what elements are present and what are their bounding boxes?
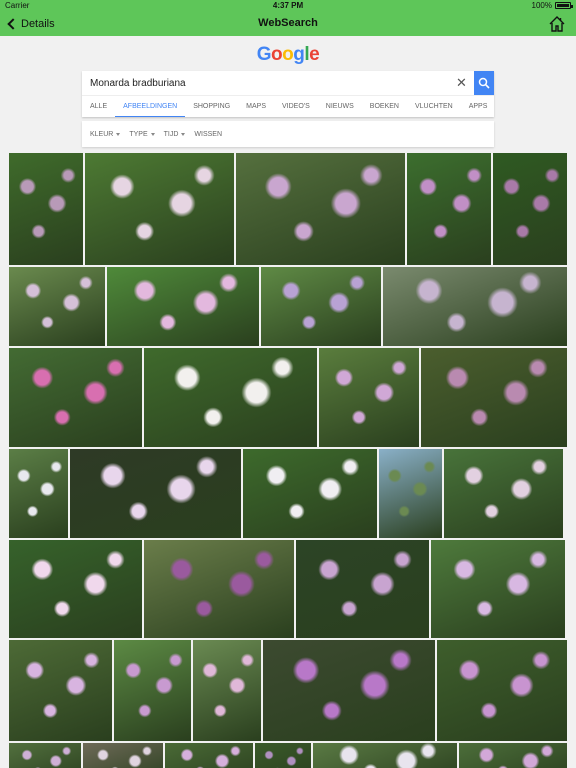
caret-down-icon [181,132,186,136]
image-results-grid [9,153,567,768]
image-row [9,540,567,638]
image-result-thumbnail[interactable] [437,640,567,741]
tab-shopping[interactable]: SHOPPING [185,96,238,117]
tab-boeken[interactable]: BOEKEN [362,96,407,117]
filter-type[interactable]: TYPE [129,130,155,138]
google-logo-letter: g [293,44,305,65]
image-result-thumbnail[interactable] [9,540,142,638]
search-button[interactable] [474,71,494,95]
image-result-thumbnail[interactable] [493,153,567,265]
image-result-thumbnail[interactable] [236,153,405,265]
caret-down-icon [116,132,121,136]
filter-kleur[interactable]: KLEUR [90,130,121,138]
image-result-thumbnail[interactable] [107,267,259,346]
web-content: Google ✕ ALLEAFBEELDINGENSHOPPINGMAPSVID… [0,36,576,768]
search-card: ✕ ALLEAFBEELDINGENSHOPPINGMAPSVIDEO'SNIE… [82,71,494,117]
image-result-thumbnail[interactable] [9,449,68,538]
status-time: 4:37 PM [272,1,304,10]
image-result-thumbnail[interactable] [144,540,294,638]
image-row [9,640,567,741]
google-logo-letter: o [271,44,283,65]
clear-search-button[interactable]: ✕ [456,76,467,90]
status-bar: Carrier 4:37 PM 100% [0,0,576,12]
navigation-bar: Details WebSearch [0,12,576,36]
google-logo-letter: o [282,44,294,65]
tab-afbeeldingen[interactable]: AFBEELDINGEN [115,96,186,117]
filter-bar: KLEUR TYPE TIJD WISSEN [82,121,494,147]
search-icon [478,77,490,89]
search-input[interactable] [82,71,474,95]
image-result-thumbnail[interactable] [296,540,429,638]
image-result-thumbnail[interactable] [9,267,105,346]
home-icon [549,16,565,32]
image-result-thumbnail[interactable] [459,743,567,768]
image-result-thumbnail[interactable] [444,449,563,538]
image-row [9,743,567,768]
image-result-thumbnail[interactable] [261,267,381,346]
image-result-thumbnail[interactable] [9,153,83,265]
google-logo-letter: e [309,44,320,65]
search-tabs: ALLE AFBEELDINGEN SHOPPING MAPS VIDEO'S NIEUW… [82,95,494,117]
image-result-thumbnail[interactable] [383,267,567,346]
filter-label: KLEUR [90,130,114,138]
tab-nieuws[interactable]: NIEUWS [318,96,362,117]
image-result-thumbnail[interactable] [263,640,435,741]
google-logo: Google [0,44,576,66]
image-row [9,267,567,346]
image-result-thumbnail[interactable] [319,348,419,447]
image-result-thumbnail[interactable] [431,540,565,638]
image-result-thumbnail[interactable] [9,743,81,768]
filter-label: TYPE [129,130,148,138]
image-result-thumbnail[interactable] [70,449,241,538]
home-button[interactable] [548,15,566,33]
filter-label: TIJD [163,130,179,138]
caret-down-icon [150,132,155,136]
image-result-thumbnail[interactable] [9,640,112,741]
tab-videos[interactable]: VIDEO'S [274,96,318,117]
image-result-thumbnail[interactable] [379,449,442,538]
image-row [9,348,567,447]
tab-vluchten[interactable]: VLUCHTEN [407,96,461,117]
image-result-thumbnail[interactable] [407,153,491,265]
image-result-thumbnail[interactable] [83,743,163,768]
tab-apps[interactable]: APPS [461,96,494,117]
image-result-thumbnail[interactable] [421,348,567,447]
image-result-thumbnail[interactable] [114,640,191,741]
tab-alle[interactable]: ALLE [82,96,115,117]
image-result-thumbnail[interactable] [144,348,317,447]
image-result-thumbnail[interactable] [193,640,261,741]
filter-label: WISSEN [194,130,223,138]
filter-wissen[interactable]: WISSEN [194,131,222,138]
battery-icon [555,2,573,9]
image-result-thumbnail[interactable] [85,153,234,265]
page-title: WebSearch [258,17,318,29]
image-result-thumbnail[interactable] [255,743,311,768]
image-result-thumbnail[interactable] [165,743,253,768]
battery-percentage: 100% [531,1,552,10]
image-result-thumbnail[interactable] [243,449,377,538]
image-row [9,153,567,265]
image-result-thumbnail[interactable] [313,743,457,768]
filter-tijd[interactable]: TIJD [164,131,186,138]
tab-maps[interactable]: MAPS [238,96,274,117]
image-row [9,449,567,538]
google-logo-letter: G [256,44,272,65]
image-result-thumbnail[interactable] [9,348,142,447]
